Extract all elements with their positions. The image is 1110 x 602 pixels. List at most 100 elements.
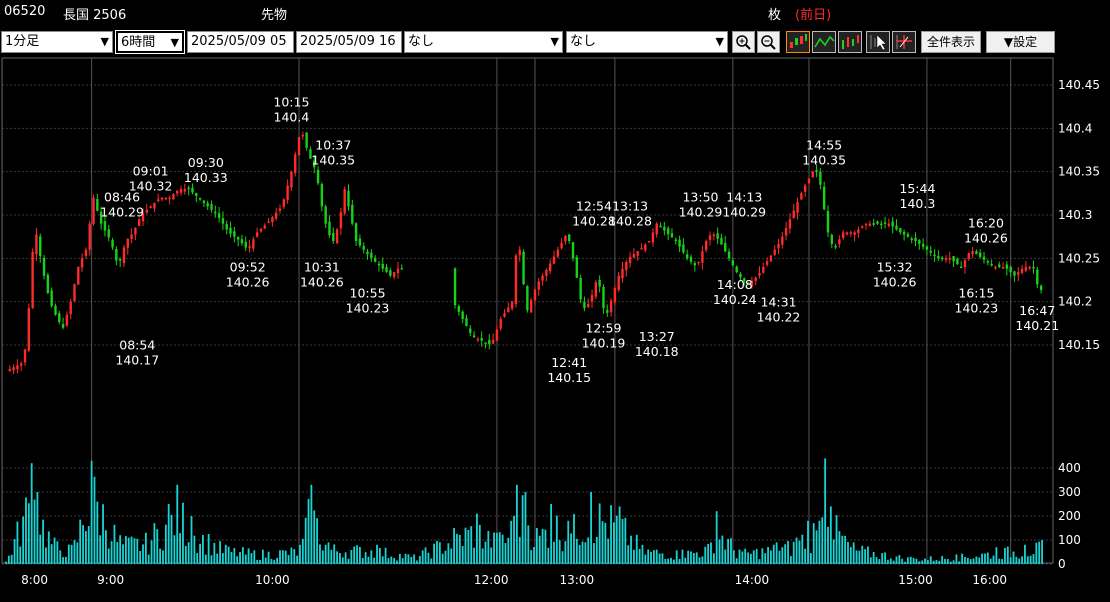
- volume-bar: [239, 551, 241, 564]
- volume-bar: [698, 557, 701, 564]
- candle-body: [933, 254, 936, 257]
- show-all-button[interactable]: 全件表示: [921, 31, 981, 53]
- span-select[interactable]: 6時間 ▼: [115, 30, 185, 54]
- indicator1-select[interactable]: なし ▼: [404, 31, 563, 53]
- from-datetime-field[interactable]: 2025/05/09 05: [187, 31, 294, 53]
- candle-body: [23, 349, 27, 363]
- volume-bar: [1009, 557, 1012, 564]
- volume-bar: [601, 521, 604, 564]
- volume-bar: [370, 550, 373, 564]
- volume-bar: [715, 511, 718, 564]
- volume-bar: [1026, 556, 1029, 564]
- candle-body: [1020, 268, 1024, 273]
- candle-body: [693, 263, 696, 266]
- volume-bar: [144, 532, 147, 564]
- volume-bar: [515, 484, 518, 564]
- candle-body: [472, 335, 476, 338]
- volume-bar: [986, 552, 989, 564]
- volume-bar: [772, 544, 775, 564]
- volume-bar: [281, 550, 284, 564]
- volume-bar: [496, 532, 498, 564]
- annotation-price: 140.4: [274, 109, 310, 124]
- candle-body: [929, 250, 932, 253]
- candlestick-mode-button[interactable]: [786, 31, 810, 53]
- volume-bar: [476, 513, 478, 564]
- candle-body: [651, 232, 655, 243]
- interval-select[interactable]: 1分足 ▼: [1, 31, 113, 53]
- candle-body: [115, 248, 118, 261]
- volume-bar: [36, 492, 39, 564]
- zoom-out-button[interactable]: [757, 31, 780, 53]
- candle-body: [111, 240, 114, 248]
- instrument-kind: 先物: [261, 8, 288, 23]
- volume-bar: [513, 515, 515, 564]
- draw-tool-button[interactable]: [892, 31, 916, 53]
- volume-bar: [770, 550, 772, 564]
- candle-body: [217, 213, 221, 218]
- volume-bar: [76, 542, 79, 564]
- crosshair-tool-button[interactable]: [866, 31, 890, 53]
- volume-bar: [150, 540, 153, 564]
- candle-body: [769, 255, 773, 262]
- annotation-price: 140.26: [873, 275, 917, 290]
- volume-bar: [915, 558, 918, 564]
- candle-body: [583, 302, 586, 309]
- volume-bar: [99, 535, 102, 564]
- volume-bar: [727, 538, 729, 564]
- volume-bar: [989, 558, 992, 564]
- candle-body: [784, 228, 788, 236]
- volume-bar: [433, 543, 436, 564]
- zoom-in-button[interactable]: [732, 31, 755, 53]
- candle-body: [910, 238, 913, 241]
- annotation-price: 140.23: [955, 301, 999, 316]
- volume-bar: [73, 540, 76, 564]
- price-volume-chart[interactable]: 140.45 140.4 140.35 140.3 140.25 140.2 140.15 4…: [0, 56, 1110, 602]
- price-tick-label: 140.3: [1058, 208, 1092, 222]
- candle-body: [80, 258, 84, 268]
- volume-bar: [230, 552, 233, 564]
- volume-bar: [907, 557, 909, 564]
- volume-bar: [946, 559, 949, 564]
- candle-body: [328, 221, 331, 236]
- volume-bar: [173, 535, 176, 564]
- candle-body: [160, 197, 164, 200]
- volume-bar: [373, 557, 376, 564]
- volume-series: [5, 458, 1043, 564]
- candle-body: [259, 228, 263, 232]
- candle-body: [666, 228, 670, 235]
- candle-body: [636, 251, 639, 256]
- candle-body: [465, 318, 468, 326]
- candle-body: [963, 260, 967, 268]
- bar-mode-button[interactable]: [838, 31, 862, 53]
- settings-button[interactable]: ▼設定: [986, 31, 1055, 53]
- annotation-time: 09:52: [230, 260, 266, 275]
- candle-body: [826, 211, 830, 233]
- candle-body: [214, 211, 217, 214]
- candle-body: [20, 363, 23, 366]
- candle-body: [495, 329, 499, 341]
- candle-body: [773, 249, 776, 255]
- volume-bar: [575, 538, 578, 564]
- to-datetime-field[interactable]: 2025/05/09 16: [296, 31, 402, 53]
- volume-bar: [244, 554, 247, 564]
- candle-body: [956, 258, 959, 265]
- volume-bar: [447, 543, 450, 564]
- toolbar: 1分足 ▼ 6時間 ▼ 2025/05/09 05 2025/05/09 16 なし…: [0, 30, 1110, 56]
- candle-body: [195, 193, 198, 196]
- candle-body: [469, 328, 472, 333]
- volume-bar: [598, 503, 601, 564]
- volume-bar: [812, 523, 815, 564]
- volume-bar: [918, 561, 921, 564]
- price-tick-label: 140.45: [1058, 78, 1100, 92]
- line-mode-button[interactable]: [812, 31, 836, 53]
- indicator2-select[interactable]: なし ▼: [566, 31, 728, 53]
- volume-bar: [259, 559, 261, 564]
- volume-bar: [167, 504, 170, 564]
- annotation-time: 15:32: [877, 260, 913, 275]
- candle-body: [842, 232, 845, 238]
- volume-bar: [324, 544, 327, 564]
- candle-body: [522, 251, 525, 285]
- candle-body: [975, 251, 978, 254]
- candle-body: [864, 223, 868, 226]
- candle-body: [762, 267, 765, 273]
